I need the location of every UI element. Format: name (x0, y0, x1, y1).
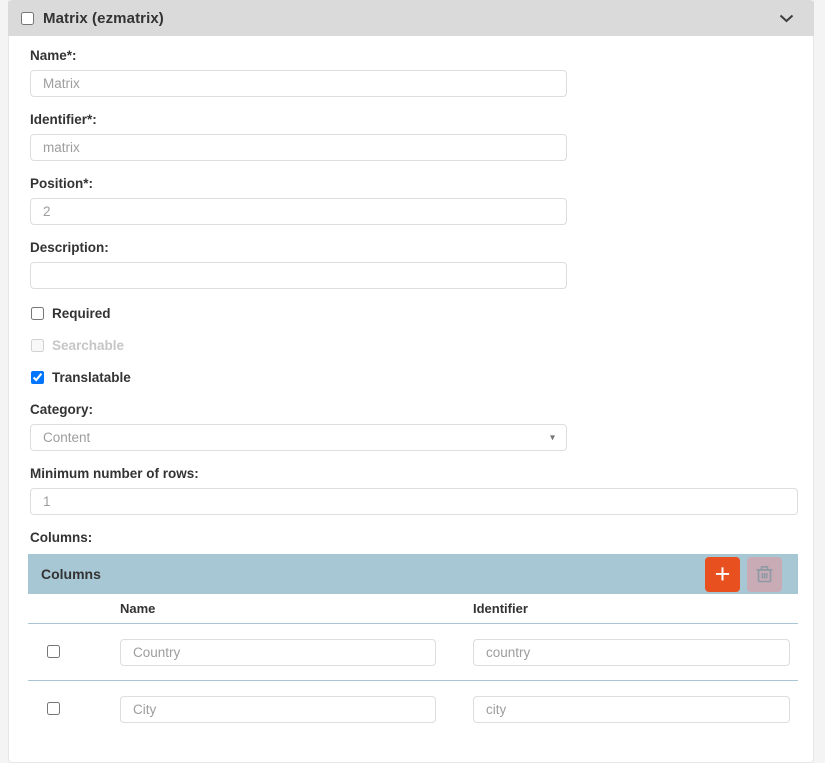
translatable-label: Translatable (52, 370, 131, 385)
column-identifier-input[interactable] (473, 696, 790, 723)
header-identifier-column: Identifier (470, 601, 798, 616)
dropdown-arrow-icon: ▾ (550, 432, 555, 443)
category-selected-value: Content (43, 430, 90, 445)
category-label: Category: (30, 402, 797, 417)
category-select[interactable]: Content ▾ (30, 424, 567, 451)
delete-column-button (747, 557, 782, 592)
collapse-toggle[interactable] (775, 10, 798, 27)
translatable-checkbox[interactable] (31, 371, 44, 384)
translatable-checkbox-group: Translatable (30, 370, 797, 385)
name-field-group: Name*: (30, 48, 797, 97)
column-name-input[interactable] (120, 696, 436, 723)
identifier-field-group: Identifier*: (30, 112, 797, 161)
columns-table-header: Name Identifier (28, 594, 798, 624)
fieldtype-panel-header[interactable]: Matrix (ezmatrix) (8, 0, 814, 36)
columns-label: Columns: (30, 530, 797, 545)
name-input[interactable] (30, 70, 567, 97)
position-field-group: Position*: (30, 176, 797, 225)
row-select-checkbox[interactable] (47, 645, 60, 658)
column-name-input[interactable] (120, 639, 436, 666)
required-label: Required (52, 306, 111, 321)
fieldtype-title: Matrix (ezmatrix) (43, 10, 164, 27)
fieldtype-form: Name*: Identifier*: Position*: Descripti… (9, 36, 813, 762)
columns-bar-title: Columns (41, 566, 101, 582)
columns-toolbar: Columns + (28, 554, 798, 594)
position-label: Position*: (30, 176, 797, 191)
column-identifier-input[interactable] (473, 639, 790, 666)
description-input[interactable] (30, 262, 567, 289)
position-input[interactable] (30, 198, 567, 225)
identifier-label: Identifier*: (30, 112, 797, 127)
min-rows-input[interactable] (30, 488, 798, 515)
row-select-checkbox[interactable] (47, 702, 60, 715)
searchable-checkbox-group: Searchable (30, 338, 797, 353)
identifier-input[interactable] (30, 134, 567, 161)
column-row (28, 681, 798, 738)
searchable-label: Searchable (52, 338, 124, 353)
fieldtype-select-checkbox[interactable] (21, 12, 34, 25)
category-field-group: Category: Content ▾ (30, 402, 797, 451)
column-row (28, 624, 798, 681)
columns-section: Columns: Columns + (30, 530, 797, 738)
min-rows-label: Minimum number of rows: (30, 466, 797, 481)
columns-widget: Columns + (28, 554, 798, 738)
min-rows-field-group: Minimum number of rows: (30, 466, 797, 515)
description-field-group: Description: (30, 240, 797, 289)
trash-icon (754, 564, 775, 585)
required-checkbox[interactable] (31, 307, 44, 320)
searchable-checkbox (31, 339, 44, 352)
header-name-column: Name (118, 601, 470, 616)
required-checkbox-group: Required (30, 306, 797, 321)
name-label: Name*: (30, 48, 797, 63)
chevron-down-icon (779, 14, 794, 23)
columns-table: Name Identifier (28, 594, 798, 738)
description-label: Description: (30, 240, 797, 255)
add-column-button[interactable]: + (705, 557, 740, 592)
fieldtype-panel: Matrix (ezmatrix) Name*: Identifier*: Po… (8, 0, 814, 763)
